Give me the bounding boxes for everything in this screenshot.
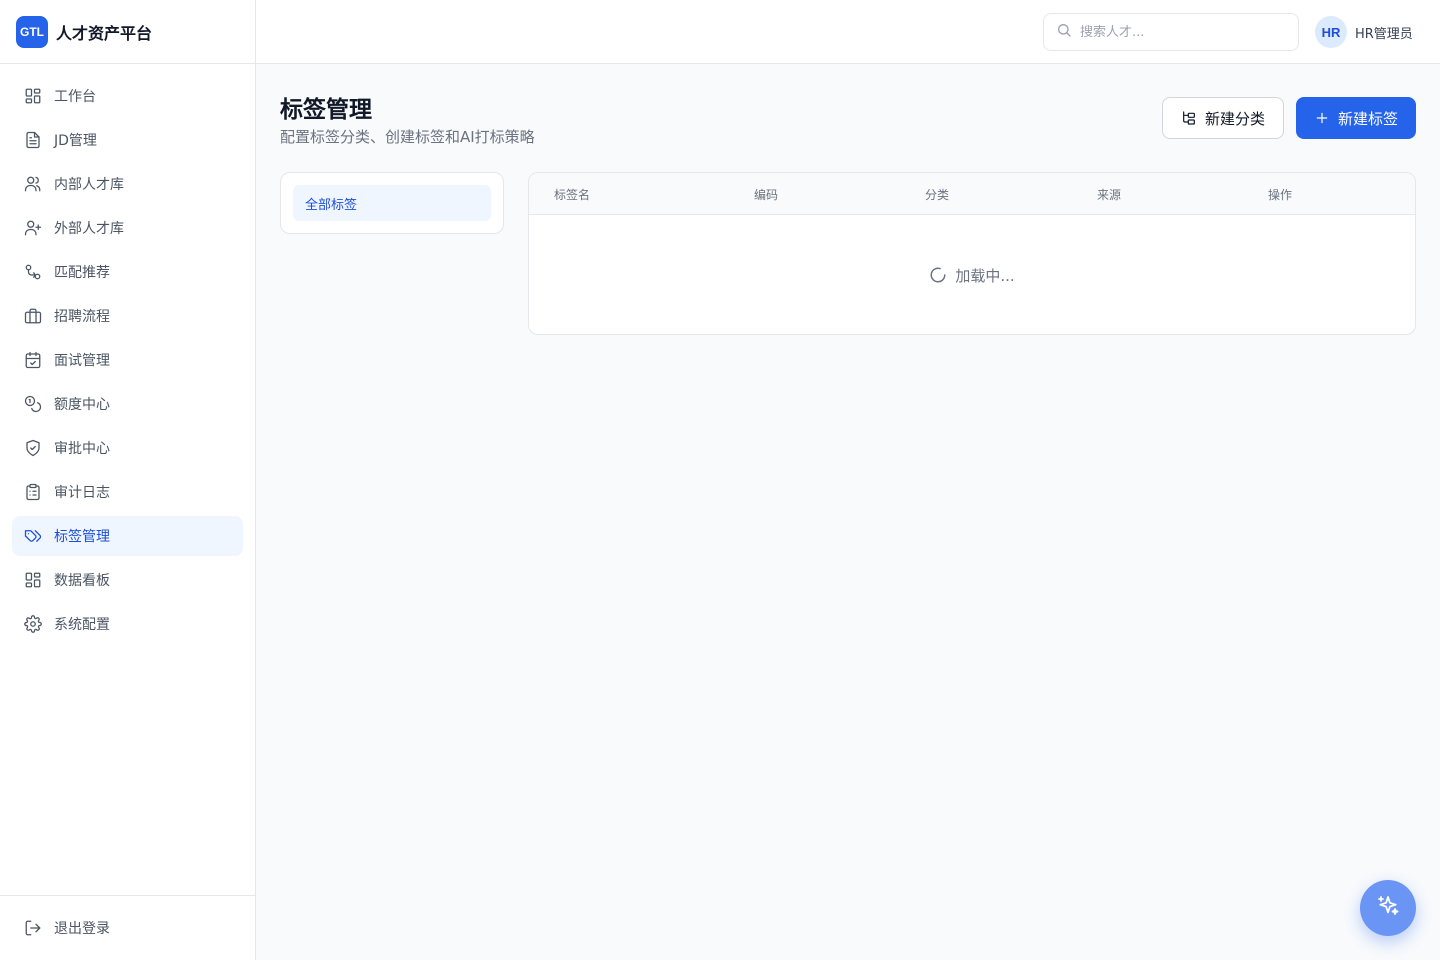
sidebar-item-interview[interactable]: 面试管理 [12,340,243,380]
category-panel: 全部标签 [280,172,504,234]
dashboard-icon [24,87,42,105]
new-category-label: 新建分类 [1204,109,1265,128]
sidebar-item-label: 系统配置 [54,617,110,633]
dashboard-icon [24,571,42,589]
sidebar: GTL 人才资产平台 工作台 JD管理 内部人才库 外部人才库 匹配推荐 招聘流… [0,0,256,960]
brand-logo: GTL [16,15,48,48]
briefcase-icon [24,307,42,325]
sidebar-item-label: 匹配推荐 [54,265,110,281]
column-header-name[interactable]: 标签名 [554,186,590,203]
search-input[interactable] [1080,24,1280,40]
calendar-check-icon [24,351,42,369]
sidebar-item-audit-log[interactable]: 审计日志 [12,472,243,512]
user-menu[interactable]: HR HR管理员 [1315,16,1413,48]
sidebar-item-label: JD管理 [54,133,97,149]
sidebar-nav: 工作台 JD管理 内部人才库 外部人才库 匹配推荐 招聘流程 面试管理 额度中心… [0,64,255,644]
user-plus-icon [24,219,42,237]
sidebar-item-label: 外部人才库 [54,221,124,237]
plus-icon [1314,110,1330,126]
sidebar-item-recruiting[interactable]: 招聘流程 [12,296,243,336]
spinner-icon [929,266,947,284]
document-icon [24,131,42,149]
sidebar-item-approval[interactable]: 审批中心 [12,428,243,468]
sidebar-item-label: 面试管理 [54,353,110,369]
sidebar-item-external-talent[interactable]: 外部人才库 [12,208,243,248]
sidebar-item-quota[interactable]: 额度中心 [12,384,243,424]
sidebar-item-jd[interactable]: JD管理 [12,120,243,160]
table-header: 标签名 编码 分类 来源 操作 [529,173,1415,215]
logout-label: 退出登录 [54,921,110,937]
sidebar-item-label: 审计日志 [54,485,110,501]
sidebar-item-dashboard[interactable]: 数据看板 [12,560,243,600]
folder-tree-icon [1181,110,1197,126]
sidebar-item-label: 内部人才库 [54,177,124,193]
sidebar-item-tags[interactable]: 标签管理 [12,516,243,556]
column-header-actions: 操作 [1268,188,1293,202]
tags-icon [24,527,42,545]
new-tag-button[interactable]: 新建标签 [1296,97,1416,139]
clipboard-icon [24,483,42,501]
search-box[interactable] [1043,13,1299,51]
top-header: HR HR管理员 [256,0,1440,64]
coins-icon [24,395,42,413]
sparkles-icon [1376,894,1400,922]
sidebar-item-settings[interactable]: 系统配置 [12,604,243,644]
category-item-all[interactable]: 全部标签 [293,185,491,221]
sidebar-footer: 退出登录 [0,895,255,960]
brand-name: 人才资产平台 [56,23,153,43]
loading-text: 加载中... [955,266,1015,285]
sidebar-item-label: 招聘流程 [54,309,110,325]
column-header-category[interactable]: 分类 [925,186,949,203]
avatar: HR [1315,16,1347,48]
search-icon [1056,22,1072,42]
ai-assistant-button[interactable] [1360,880,1416,936]
new-category-button[interactable]: 新建分类 [1162,97,1284,139]
logout-button[interactable]: 退出登录 [12,908,243,948]
sidebar-item-label: 数据看板 [54,573,110,589]
column-header-code[interactable]: 编码 [754,186,778,203]
gear-icon [24,615,42,633]
page-title: 标签管理 [280,97,372,123]
sidebar-item-label: 额度中心 [54,397,110,413]
sidebar-item-label: 工作台 [54,89,96,105]
user-name: HR管理员 [1355,26,1413,42]
logout-icon [24,919,42,937]
shield-check-icon [24,439,42,457]
sidebar-item-label: 标签管理 [54,529,110,545]
sidebar-item-workbench[interactable]: 工作台 [12,76,243,116]
brand[interactable]: GTL 人才资产平台 [0,0,255,64]
sidebar-item-internal-talent[interactable]: 内部人才库 [12,164,243,204]
tag-table: 标签名 编码 分类 来源 操作 加载中... [528,172,1416,335]
page-subtitle: 配置标签分类、创建标签和AI打标策略 [280,128,535,146]
sidebar-item-label: 审批中心 [54,441,110,457]
users-icon [24,175,42,193]
sidebar-item-match[interactable]: 匹配推荐 [12,252,243,292]
git-compare-icon [24,263,42,281]
loading-indicator: 加载中... [529,215,1415,334]
new-tag-label: 新建标签 [1337,109,1398,128]
column-header-source[interactable]: 来源 [1097,186,1121,203]
